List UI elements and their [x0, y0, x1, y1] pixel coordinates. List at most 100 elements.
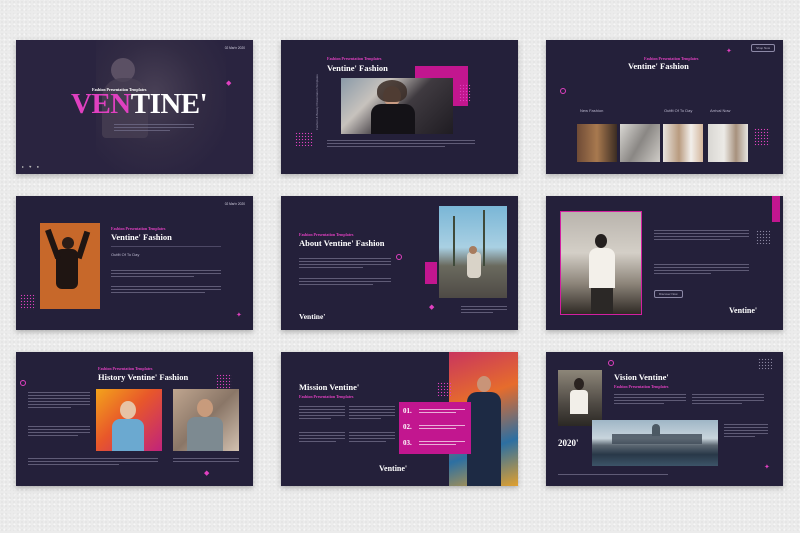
s7-kicker: Fashion Presentation Templates [98, 366, 153, 371]
plus-icon: ✦ [764, 464, 770, 471]
ring-icon [20, 380, 26, 386]
ring-icon [560, 88, 566, 94]
s4-kicker: Fashion Presentation Templates [111, 226, 166, 231]
s3-photo-3 [663, 124, 703, 162]
s8-num-1: 01. [403, 407, 412, 415]
s5-kicker: Fashion Presentation Templates [299, 232, 354, 237]
s6-dots [756, 230, 770, 244]
cover-title: VENTINE' [71, 88, 208, 120]
s5-body-3 [461, 306, 507, 313]
s8-body-2 [349, 406, 395, 419]
s5-photo [439, 206, 507, 298]
plus-icon: ✦ [726, 48, 732, 55]
slide-discover[interactable]: Discover Now Ventine' [546, 196, 783, 330]
slide-history[interactable]: Fashion Presentation Templates History V… [16, 352, 253, 486]
s9-body-1 [614, 394, 686, 404]
slide-about[interactable]: Fashion Presentation Templates About Ven… [281, 196, 518, 330]
s6-body-1 [654, 230, 749, 240]
plus-icon: ◆ [226, 80, 232, 87]
s7-dots [216, 374, 232, 390]
slide-vision[interactable]: Vision Ventine' Fashion Presentation Tem… [546, 352, 783, 486]
s9-kicker: Fashion Presentation Templates [614, 384, 669, 389]
slide-mission[interactable]: Mission Ventine' Fashion Presentation Te… [281, 352, 518, 486]
s7-title: History Ventine' Fashion [98, 372, 189, 382]
s4-body-1 [111, 270, 221, 277]
s2-title: Ventine' Fashion [327, 63, 388, 73]
s7-body-2 [28, 426, 90, 436]
s7-body-1 [28, 392, 90, 408]
cover-body-text [114, 124, 194, 131]
plus-icon: ✦ [236, 312, 242, 319]
s2-dots [295, 132, 313, 146]
s8-num-3: 03. [403, 439, 412, 447]
s9-body-4 [558, 474, 668, 475]
s4-dots [20, 294, 36, 310]
s3-label-3: Arrival Now [710, 108, 731, 113]
plus-icon: ◆ [204, 470, 210, 477]
plus-icon: ◆ [429, 304, 435, 311]
s6-photo [560, 211, 642, 315]
ring-icon [608, 360, 614, 366]
s8-dots [437, 382, 451, 396]
s9-title: Vision Ventine' [614, 372, 669, 382]
s2-vertical-text: Fashion & Beauty Presentation Templates [315, 74, 319, 130]
s5-pink-block [425, 262, 437, 284]
s8-figure-body [467, 392, 501, 486]
cover-title-part-a: VEN [71, 88, 131, 120]
s8-num-2: 02. [403, 423, 412, 431]
s8-kicker: Fashion Presentation Templates [299, 394, 354, 399]
s3-label-1: New Fashion [580, 108, 604, 113]
s4-title: Ventine' Fashion [111, 232, 172, 242]
s2-photo [341, 78, 453, 134]
s9-photo-2 [592, 420, 718, 466]
s4-body-2 [111, 286, 221, 293]
s5-body-2 [299, 278, 391, 285]
s6-pink-bar [772, 196, 780, 222]
s5-brand: Ventine' [299, 312, 326, 321]
s3-label-2: Outfit Of To Day [664, 108, 693, 113]
s8-body-3 [299, 432, 345, 442]
s8-num-text-2 [419, 425, 465, 429]
s7-photo-1 [96, 389, 162, 451]
ring-icon [396, 254, 402, 260]
s4-year: 02 Mar'n 2020 [224, 202, 245, 206]
slide-gallery[interactable]: Shop Now ✦ Ventine' Fashion Fashion Pres… [546, 40, 783, 174]
s8-body-1 [299, 406, 345, 419]
s3-photo-4 [708, 124, 748, 162]
s8-num-text-1 [419, 409, 465, 413]
cover-year: 02 Mar'n 2020 [224, 46, 245, 50]
s7-body-3 [28, 458, 158, 465]
social-icons: ▸ ♥ ● [22, 164, 42, 169]
cover-title-part-b: TINE' [130, 88, 208, 120]
s9-body-2 [692, 394, 764, 404]
s9-body-3 [724, 424, 768, 437]
s2-body [327, 140, 475, 147]
slide-outfit[interactable]: 02 Mar'n 2020 Fashion Presentation Templ… [16, 196, 253, 330]
s3-kicker: Fashion Presentation Templates [644, 56, 699, 61]
s3-photo-2 [620, 124, 660, 162]
s8-figure-head [477, 376, 491, 392]
s2-kicker: Fashion Presentation Templates [327, 56, 382, 61]
s3-photo-1 [577, 124, 617, 162]
s8-title: Mission Ventine' [299, 382, 360, 392]
slide-cover[interactable]: 02 Mar'n 2020 Fashion Presentation Templ… [16, 40, 253, 174]
s3-shop-button[interactable]: Shop Now [751, 44, 775, 52]
slide-fashion-intro[interactable]: Fashion Presentation Templates Ventine' … [281, 40, 518, 174]
s7-body-4 [173, 458, 239, 462]
s9-dots [758, 358, 772, 370]
s9-year: 2020' [558, 438, 579, 448]
s2-dots-right [459, 84, 471, 102]
s6-body-2 [654, 264, 749, 274]
s3-title: Ventine' Fashion [628, 61, 689, 71]
s8-body-4 [349, 432, 395, 442]
s4-sub: Outfit Of To Day [111, 252, 140, 257]
s4-photo [40, 223, 100, 309]
s8-num-text-3 [419, 441, 465, 445]
s6-discover-button[interactable]: Discover Now [654, 290, 683, 298]
s7-photo-2 [173, 389, 239, 451]
s4-divider [111, 246, 221, 247]
s9-photo-1 [558, 370, 602, 426]
s8-brand: Ventine' [379, 464, 408, 473]
s5-body-1 [299, 258, 391, 268]
s5-title: About Ventine' Fashion [299, 238, 385, 248]
